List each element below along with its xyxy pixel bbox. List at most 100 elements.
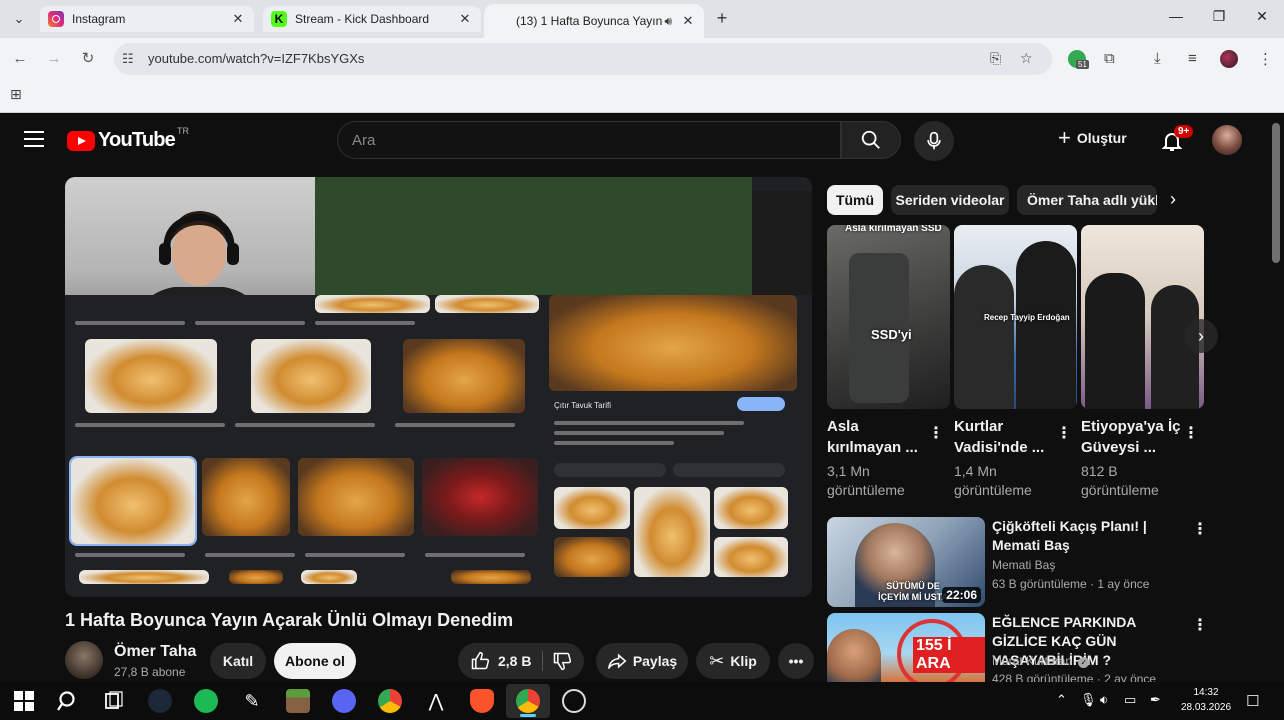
chevron-up-icon[interactable]: ⌃ (1056, 692, 1067, 708)
window-close-button[interactable]: ✕ (1252, 8, 1272, 25)
video-player[interactable]: Çıtır Tavuk Tarifi (65, 177, 812, 597)
profile-avatar[interactable] (1220, 50, 1238, 68)
brave-icon[interactable] (470, 689, 494, 713)
thumbs-up-icon (471, 651, 490, 670)
pen-icon[interactable]: ✒ (1150, 692, 1161, 708)
extension-badge: 51 (1076, 60, 1089, 69)
clip-button[interactable]: ✂ Klip (696, 643, 770, 679)
share-button[interactable]: Paylaş (596, 643, 688, 679)
voice-search-button[interactable] (914, 121, 954, 161)
subscribe-button[interactable]: Abone ol (274, 643, 356, 679)
search-button[interactable] (841, 121, 901, 159)
obs-icon[interactable] (562, 689, 586, 713)
maximize-button[interactable]: ❐ (1209, 8, 1229, 25)
short-thumbnail[interactable]: Recep Tayyip Erdoğan (954, 225, 1077, 409)
feather-app-icon[interactable]: ✎ (240, 689, 264, 713)
video-title-link[interactable]: Çiğköfteli Kaçış Planı! | Memati Baş (992, 517, 1188, 555)
more-actions-button[interactable]: ••• (778, 643, 814, 679)
speaker-icon[interactable]: 🔊︎ (664, 14, 672, 29)
chrome-menu-icon[interactable]: ⋮ (1258, 50, 1273, 68)
tab-kick-dashboard[interactable]: K Stream - Kick Dashboard ✕ (263, 6, 481, 32)
more-vert-icon[interactable]: ⋮ (1192, 519, 1208, 539)
microphone-icon (927, 131, 941, 150)
result-thumbnail (79, 570, 209, 584)
youtube-logo[interactable]: YouTube TR (67, 126, 189, 152)
chevron-right-icon[interactable]: › (1170, 189, 1176, 210)
create-button[interactable]: + Oluştur (1058, 127, 1127, 149)
app-icon[interactable]: ⋀ (424, 689, 448, 713)
tab-instagram[interactable]: Instagram ✕ (40, 6, 254, 32)
minimize-button[interactable]: — (1166, 8, 1186, 24)
search-input[interactable]: Ara (337, 121, 841, 159)
microphone-icon[interactable]: 🎙︎ (1080, 692, 1097, 708)
account-avatar[interactable] (1212, 125, 1242, 155)
minecraft-icon[interactable] (286, 689, 310, 713)
url-text[interactable]: youtube.com/watch?v=IZF7KbsYGXs (148, 51, 364, 66)
spotify-icon[interactable] (194, 689, 218, 713)
notification-center-icon[interactable]: ☐ (1246, 692, 1259, 710)
download-icon[interactable]: ⤓ (1154, 50, 1161, 67)
page-scrollbar[interactable] (1272, 123, 1280, 263)
result-thumbnail (85, 339, 217, 413)
tab-search-button[interactable]: ⌄ (8, 8, 30, 30)
more-vert-icon[interactable]: ⋮ (1056, 423, 1072, 443)
network-icon[interactable]: ▭ (1124, 692, 1136, 708)
extensions-puzzle-icon[interactable]: ⧉ (1104, 50, 1115, 67)
close-icon[interactable]: ✕ (230, 11, 246, 27)
reload-button[interactable]: ↻ (78, 49, 98, 69)
close-icon[interactable]: ✕ (680, 13, 696, 29)
back-button[interactable]: ← (10, 49, 30, 69)
volume-icon[interactable]: 🔉︎ (1100, 692, 1108, 708)
video-thumbnail[interactable]: SÜTÜMÜ DE İÇEYİM Mİ USTA 22:06 (827, 517, 985, 607)
dislike-button[interactable] (552, 651, 572, 676)
site-info-icon[interactable]: ☷ (122, 51, 134, 67)
more-vert-icon[interactable]: ⋮ (1183, 423, 1199, 443)
channel-name[interactable]: Murat Kurtaran ✓ (992, 654, 1090, 668)
active-chrome-window[interactable] (506, 684, 550, 718)
discord-icon[interactable] (332, 689, 356, 713)
video-thumbnail[interactable]: 155 İ ARA (827, 613, 985, 682)
channel-avatar[interactable] (65, 641, 103, 679)
short-thumbnail[interactable]: Asla kırılmayan SSD SSD'yi (827, 225, 950, 409)
search-icon[interactable] (56, 689, 80, 713)
notifications-button[interactable]: 9+ (1160, 125, 1194, 153)
shorts-next-button[interactable]: › (1184, 319, 1218, 353)
forward-button[interactable]: → (44, 49, 64, 69)
short-thumbnail[interactable] (1081, 225, 1204, 409)
task-view-icon[interactable] (102, 689, 126, 713)
result-thumbnail (403, 339, 525, 413)
close-icon[interactable]: ✕ (457, 11, 473, 27)
more-vert-icon[interactable]: ⋮ (1192, 615, 1208, 635)
result-thumbnail-selected (69, 456, 197, 546)
notification-badge: 9+ (1174, 125, 1194, 138)
short-title[interactable]: Kurtlar Vadisi'nde ... (954, 416, 1054, 458)
menu-icon[interactable] (24, 131, 44, 147)
chrome-icon[interactable] (378, 689, 402, 713)
result-caption (75, 553, 185, 557)
share-icon (607, 653, 627, 669)
install-app-icon[interactable]: ⎘ (990, 50, 1001, 67)
join-button[interactable]: Katıl (210, 643, 266, 679)
apps-grid-icon[interactable]: ⊞ (10, 86, 22, 103)
address-bar[interactable]: ☷ youtube.com/watch?v=IZF7KbsYGXs ⎘ ☆ (114, 43, 1052, 75)
tab-youtube-video[interactable]: (13) 1 Hafta Boyunca Yayın 🔊︎ ✕ (484, 4, 704, 140)
video-duration: 22:06 (942, 587, 981, 603)
channel-name[interactable]: Memati Baş (992, 558, 1055, 572)
extension-icon[interactable]: 51 (1068, 50, 1089, 69)
chip-series[interactable]: Seriden videolar (891, 185, 1009, 215)
short-title[interactable]: Asla kırılmayan ... (827, 416, 927, 458)
more-vert-icon[interactable]: ⋮ (928, 423, 944, 443)
channel-name[interactable]: Ömer Taha (114, 643, 196, 661)
bookmark-star-icon[interactable]: ☆ (1020, 50, 1033, 67)
chip-uploader[interactable]: Ömer Taha adlı yükleyiciden (1017, 185, 1157, 215)
media-control-icon[interactable]: ≡ (1188, 50, 1197, 67)
like-button[interactable]: 2,8 B (470, 651, 531, 671)
result-caption (75, 321, 185, 325)
chip-all[interactable]: Tümü (827, 185, 883, 215)
result-caption (305, 553, 405, 557)
system-clock[interactable]: 14:32 28.03.2026 (1172, 685, 1240, 715)
new-tab-button[interactable]: + (710, 8, 734, 30)
short-title[interactable]: Etiyopya'ya İç Güveysi ... (1081, 416, 1181, 458)
steam-icon[interactable] (148, 689, 172, 713)
windows-start-icon[interactable] (12, 689, 36, 713)
